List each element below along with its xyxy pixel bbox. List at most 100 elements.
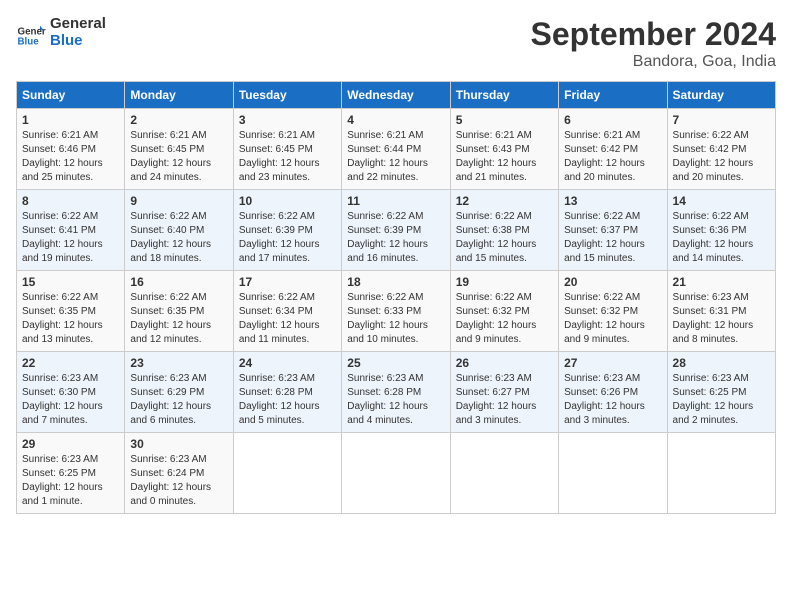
logo-general: General xyxy=(50,16,106,33)
calendar-cell: 10 Sunrise: 6:22 AM Sunset: 6:39 PM Dayli… xyxy=(233,190,341,271)
day-number: 30 xyxy=(130,437,227,451)
day-number: 23 xyxy=(130,356,227,370)
title-block: September 2024 Bandora, Goa, India xyxy=(531,16,776,71)
calendar-cell: 28 Sunrise: 6:23 AM Sunset: 6:25 PM Dayli… xyxy=(667,352,775,433)
calendar-cell: 5 Sunrise: 6:21 AM Sunset: 6:43 PM Daylig… xyxy=(450,109,558,190)
calendar-cell: 29Sunrise: 6:23 AM Sunset: 6:25 PM Dayli… xyxy=(17,433,125,514)
calendar-cell: 12 Sunrise: 6:22 AM Sunset: 6:38 PM Dayli… xyxy=(450,190,558,271)
day-number: 9 xyxy=(130,194,227,208)
day-number: 27 xyxy=(564,356,661,370)
calendar-table: SundayMondayTuesdayWednesdayThursdayFrid… xyxy=(16,81,776,514)
day-number: 14 xyxy=(673,194,770,208)
day-info: Sunrise: 6:23 AM Sunset: 6:27 PM Dayligh… xyxy=(456,372,553,428)
location: Bandora, Goa, India xyxy=(531,53,776,71)
calendar-cell: 19Sunrise: 6:22 AM Sunset: 6:32 PM Dayli… xyxy=(450,271,558,352)
day-number: 29 xyxy=(22,437,119,451)
day-info: Sunrise: 6:22 AM Sunset: 6:42 PM Dayligh… xyxy=(673,129,770,185)
month-title: September 2024 xyxy=(531,16,776,53)
day-info: Sunrise: 6:23 AM Sunset: 6:25 PM Dayligh… xyxy=(673,372,770,428)
day-info: Sunrise: 6:22 AM Sunset: 6:35 PM Dayligh… xyxy=(130,291,227,347)
day-number: 15 xyxy=(22,275,119,289)
day-info: Sunrise: 6:22 AM Sunset: 6:33 PM Dayligh… xyxy=(347,291,444,347)
day-info: Sunrise: 6:23 AM Sunset: 6:30 PM Dayligh… xyxy=(22,372,119,428)
calendar-cell xyxy=(233,433,341,514)
weekday-header: Friday xyxy=(559,82,667,109)
day-number: 6 xyxy=(564,113,661,127)
calendar-cell: 20 Sunrise: 6:22 AM Sunset: 6:32 PM Dayli… xyxy=(559,271,667,352)
day-number: 2 xyxy=(130,113,227,127)
calendar-cell: 15Sunrise: 6:22 AM Sunset: 6:35 PM Dayli… xyxy=(17,271,125,352)
day-info: Sunrise: 6:21 AM Sunset: 6:42 PM Dayligh… xyxy=(564,129,661,185)
weekday-header: Wednesday xyxy=(342,82,450,109)
calendar-cell xyxy=(342,433,450,514)
calendar-cell: 23 Sunrise: 6:23 AM Sunset: 6:29 PM Dayli… xyxy=(125,352,233,433)
calendar-cell xyxy=(559,433,667,514)
calendar-cell: 22 Sunrise: 6:23 AM Sunset: 6:30 PM Dayli… xyxy=(17,352,125,433)
day-info: Sunrise: 6:23 AM Sunset: 6:29 PM Dayligh… xyxy=(130,372,227,428)
calendar-cell: 21 Sunrise: 6:23 AM Sunset: 6:31 PM Dayli… xyxy=(667,271,775,352)
calendar-week-row: 29Sunrise: 6:23 AM Sunset: 6:25 PM Dayli… xyxy=(17,433,776,514)
day-number: 3 xyxy=(239,113,336,127)
day-info: Sunrise: 6:23 AM Sunset: 6:31 PM Dayligh… xyxy=(673,291,770,347)
calendar-cell: 17 Sunrise: 6:22 AM Sunset: 6:34 PM Dayli… xyxy=(233,271,341,352)
calendar-cell: 8 Sunrise: 6:22 AM Sunset: 6:41 PM Daylig… xyxy=(17,190,125,271)
day-info: Sunrise: 6:22 AM Sunset: 6:34 PM Dayligh… xyxy=(239,291,336,347)
day-info: Sunrise: 6:22 AM Sunset: 6:40 PM Dayligh… xyxy=(130,210,227,266)
calendar-week-row: 1 Sunrise: 6:21 AM Sunset: 6:46 PM Daylig… xyxy=(17,109,776,190)
calendar-cell: 7 Sunrise: 6:22 AM Sunset: 6:42 PM Daylig… xyxy=(667,109,775,190)
day-number: 1 xyxy=(22,113,119,127)
logo: General Blue General Blue xyxy=(16,16,106,49)
day-number: 21 xyxy=(673,275,770,289)
day-number: 20 xyxy=(564,275,661,289)
day-number: 26 xyxy=(456,356,553,370)
weekday-header: Tuesday xyxy=(233,82,341,109)
calendar-cell: 16 Sunrise: 6:22 AM Sunset: 6:35 PM Dayli… xyxy=(125,271,233,352)
calendar-week-row: 22 Sunrise: 6:23 AM Sunset: 6:30 PM Dayli… xyxy=(17,352,776,433)
weekday-header: Saturday xyxy=(667,82,775,109)
calendar-week-row: 15 Sunrise: 6:22 AM Sunset: 6:35 PM Dayli… xyxy=(17,271,776,352)
weekday-header: Monday xyxy=(125,82,233,109)
calendar-cell xyxy=(667,433,775,514)
day-info: Sunrise: 6:21 AM Sunset: 6:45 PM Dayligh… xyxy=(130,129,227,185)
day-info: Sunrise: 6:22 AM Sunset: 6:39 PM Dayligh… xyxy=(239,210,336,266)
calendar-cell: 25 Sunrise: 6:23 AM Sunset: 6:28 PM Dayli… xyxy=(342,352,450,433)
calendar-cell: 4 Sunrise: 6:21 AM Sunset: 6:44 PM Daylig… xyxy=(342,109,450,190)
day-info: Sunrise: 6:23 AM Sunset: 6:26 PM Dayligh… xyxy=(564,372,661,428)
day-info: Sunrise: 6:22 AM Sunset: 6:39 PM Dayligh… xyxy=(347,210,444,266)
calendar-cell: 24Sunrise: 6:23 AM Sunset: 6:28 PM Dayli… xyxy=(233,352,341,433)
calendar-cell: 3Sunrise: 6:21 AM Sunset: 6:45 PM Daylig… xyxy=(233,109,341,190)
day-info: Sunrise: 6:22 AM Sunset: 6:41 PM Dayligh… xyxy=(22,210,119,266)
day-info: Sunrise: 6:23 AM Sunset: 6:28 PM Dayligh… xyxy=(347,372,444,428)
day-number: 4 xyxy=(347,113,444,127)
day-info: Sunrise: 6:21 AM Sunset: 6:43 PM Dayligh… xyxy=(456,129,553,185)
day-info: Sunrise: 6:21 AM Sunset: 6:46 PM Dayligh… xyxy=(22,129,119,185)
day-info: Sunrise: 6:21 AM Sunset: 6:44 PM Dayligh… xyxy=(347,129,444,185)
day-number: 10 xyxy=(239,194,336,208)
calendar-cell: 26 Sunrise: 6:23 AM Sunset: 6:27 PM Dayli… xyxy=(450,352,558,433)
calendar-cell xyxy=(450,433,558,514)
day-number: 28 xyxy=(673,356,770,370)
day-number: 25 xyxy=(347,356,444,370)
day-number: 12 xyxy=(456,194,553,208)
day-info: Sunrise: 6:22 AM Sunset: 6:32 PM Dayligh… xyxy=(564,291,661,347)
day-number: 19 xyxy=(456,275,553,289)
calendar-cell: 11Sunrise: 6:22 AM Sunset: 6:39 PM Dayli… xyxy=(342,190,450,271)
day-info: Sunrise: 6:22 AM Sunset: 6:37 PM Dayligh… xyxy=(564,210,661,266)
day-number: 17 xyxy=(239,275,336,289)
day-number: 13 xyxy=(564,194,661,208)
calendar-cell: 14 Sunrise: 6:22 AM Sunset: 6:36 PM Dayli… xyxy=(667,190,775,271)
day-number: 7 xyxy=(673,113,770,127)
day-info: Sunrise: 6:23 AM Sunset: 6:24 PM Dayligh… xyxy=(130,453,227,509)
weekday-header: Sunday xyxy=(17,82,125,109)
logo-icon: General Blue xyxy=(16,18,46,48)
weekday-header: Thursday xyxy=(450,82,558,109)
calendar-cell: 6 Sunrise: 6:21 AM Sunset: 6:42 PM Daylig… xyxy=(559,109,667,190)
day-number: 22 xyxy=(22,356,119,370)
day-info: Sunrise: 6:22 AM Sunset: 6:36 PM Dayligh… xyxy=(673,210,770,266)
day-info: Sunrise: 6:22 AM Sunset: 6:38 PM Dayligh… xyxy=(456,210,553,266)
day-number: 16 xyxy=(130,275,227,289)
day-number: 8 xyxy=(22,194,119,208)
day-number: 5 xyxy=(456,113,553,127)
day-number: 18 xyxy=(347,275,444,289)
calendar-cell: 27 Sunrise: 6:23 AM Sunset: 6:26 PM Dayli… xyxy=(559,352,667,433)
